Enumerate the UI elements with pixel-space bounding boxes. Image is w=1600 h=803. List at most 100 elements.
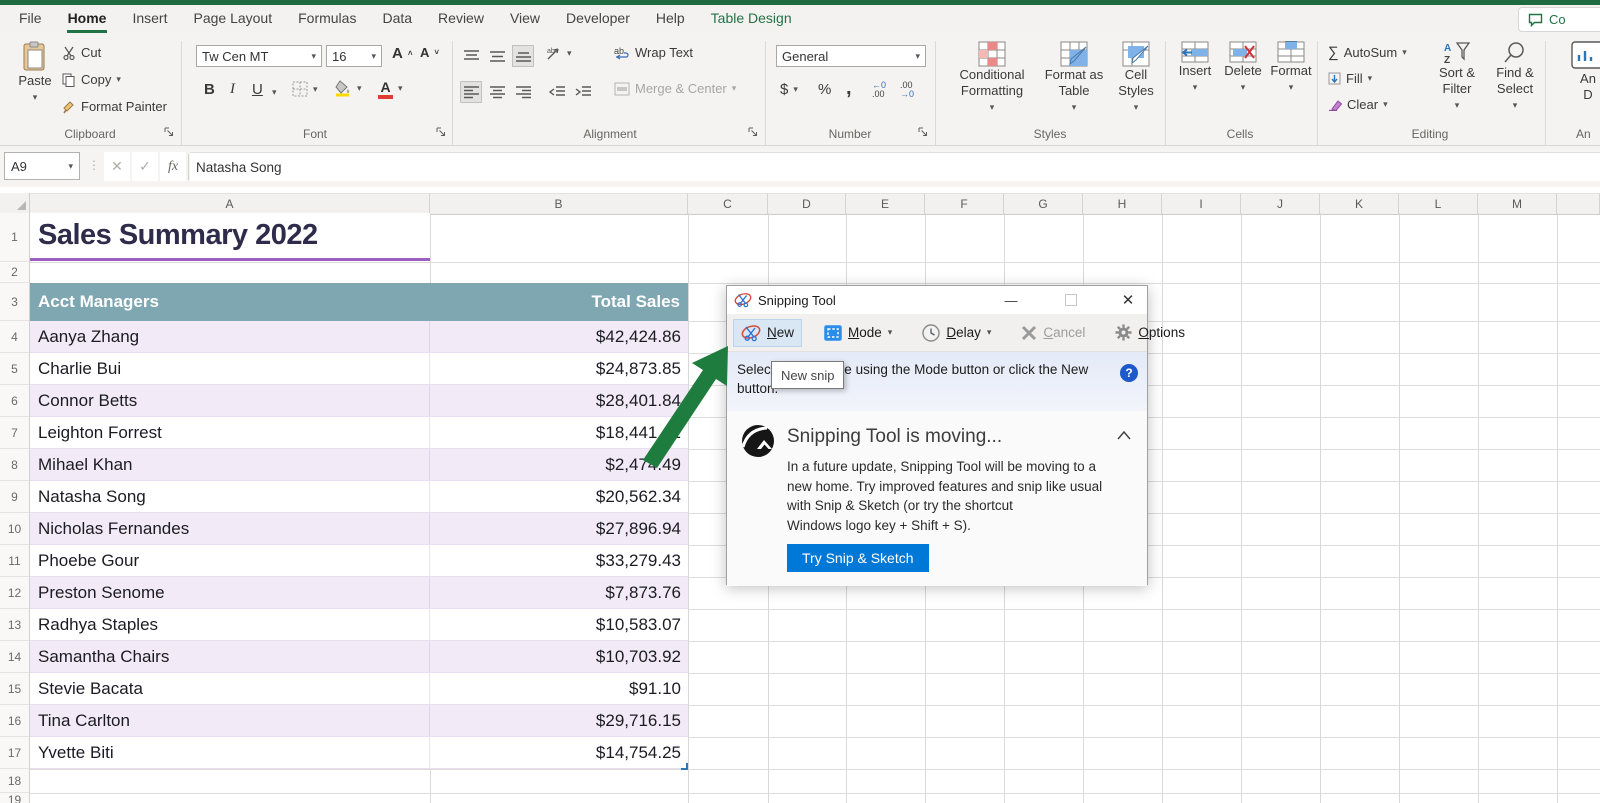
table-row[interactable]: Tina Carlton$29,716.15 [30,705,688,737]
format-cells-button[interactable]: Format ▾ [1268,41,1314,95]
merge-center-button[interactable]: Merge & Center ▾ [614,81,736,96]
column-header-M[interactable]: M [1478,194,1557,214]
cell-acct-manager[interactable]: Aanya Zhang [30,321,430,352]
column-header-D[interactable]: D [768,194,846,214]
wrap-text-button[interactable]: ab Wrap Text [614,45,693,60]
align-middle-button[interactable] [486,45,508,67]
fill-color-button[interactable]: ▾ [334,79,362,97]
align-top-button[interactable] [460,45,482,67]
cell-acct-manager[interactable]: Tina Carlton [30,705,430,736]
number-format-combo[interactable]: General▾ [776,45,926,67]
increase-font-button[interactable]: A˄ [392,45,413,62]
cell-total-sales[interactable]: $29,716.15 [430,705,688,736]
clear-button[interactable]: Clear▾ [1328,97,1388,112]
cell-acct-manager[interactable]: Preston Senome [30,577,430,608]
tab-table-design[interactable]: Table Design [698,5,805,33]
table-header-row[interactable]: Acct Managers Total Sales [30,283,688,321]
snip-mode-button[interactable]: Mode▾ [816,320,900,346]
fill-button[interactable]: Fill▾ [1328,71,1372,86]
cell-acct-manager[interactable]: Phoebe Gour [30,545,430,576]
tab-file[interactable]: File [6,5,55,33]
table-row[interactable]: Samantha Chairs$10,703.92 [30,641,688,673]
table-resize-corner[interactable] [681,763,688,770]
comma-style-button[interactable]: , [846,77,852,100]
font-size-combo[interactable]: 16▾ [326,45,382,67]
column-header-H[interactable]: H [1083,194,1162,214]
column-header-B[interactable]: B [430,194,688,214]
cell-total-sales[interactable]: $27,896.94 [430,513,688,544]
cell-acct-manager[interactable]: Nicholas Fernandes [30,513,430,544]
table-row[interactable]: Phoebe Gour$33,279.43 [30,545,688,577]
table-row[interactable]: Charlie Bui$24,873.85 [30,353,688,385]
chevron-down-icon[interactable]: ▾ [987,327,992,338]
font-dialog-launcher-icon[interactable] [436,127,448,139]
column-header-A[interactable]: A [30,194,430,214]
format-as-table-button[interactable]: Format as Table ▾ [1042,41,1106,115]
cut-button[interactable]: Cut [62,45,101,60]
formula-input[interactable]: Natasha Song [190,152,1600,181]
table-row[interactable]: Connor Betts$28,401.84 [30,385,688,417]
cell-acct-manager[interactable]: Leighton Forrest [30,417,430,448]
column-header-G[interactable]: G [1004,194,1083,214]
cell-total-sales[interactable]: $10,583.07 [430,609,688,640]
decrease-indent-button[interactable] [546,81,568,103]
minimize-button[interactable]: — [995,286,1027,314]
cell-acct-manager[interactable]: Natasha Song [30,481,430,512]
font-name-combo[interactable]: Tw Cen MT▾ [196,45,322,67]
paste-button[interactable]: Paste ▾ [10,41,60,121]
cell-total-sales[interactable]: $10,703.92 [430,641,688,672]
table-row[interactable]: Nicholas Fernandes$27,896.94 [30,513,688,545]
maximize-button[interactable] [1055,286,1087,314]
table-row[interactable]: Natasha Song$20,562.34 [30,481,688,513]
column-header-L[interactable]: L [1399,194,1478,214]
name-box[interactable]: A9▾ [4,152,80,180]
borders-button[interactable]: ▾ [292,81,318,97]
cell-total-sales[interactable]: $91.10 [430,673,688,704]
insert-cells-button[interactable]: Insert ▾ [1172,41,1218,95]
tab-developer[interactable]: Developer [553,5,643,33]
cell-acct-manager[interactable]: Mihael Khan [30,449,430,480]
cell-total-sales[interactable]: $14,754.25 [430,737,688,768]
snip-options-button[interactable]: Options [1107,319,1193,346]
delete-cells-button[interactable]: Delete ▾ [1220,41,1266,95]
decrease-decimal-button[interactable]: .00→0 [900,81,914,99]
table-row[interactable]: Leighton Forrest$18,441.41 [30,417,688,449]
comments-button[interactable]: Co [1518,7,1600,32]
tab-page-layout[interactable]: Page Layout [180,5,285,33]
increase-decimal-button[interactable]: ←0.00 [872,81,886,99]
tab-home[interactable]: Home [55,5,120,33]
align-center-button[interactable] [486,81,508,103]
tab-view[interactable]: View [497,5,553,33]
cell-acct-manager[interactable]: Radhya Staples [30,609,430,640]
align-bottom-button[interactable] [512,45,534,67]
find-select-button[interactable]: Find & Select ▾ [1488,41,1542,113]
sort-filter-button[interactable]: AZ Sort & Filter ▾ [1428,41,1486,113]
column-header-C[interactable]: C [688,194,768,214]
tab-data[interactable]: Data [369,5,425,33]
column-header-partial[interactable] [1557,194,1600,214]
align-right-button[interactable] [512,81,534,103]
table-row[interactable]: Mihael Khan$2,474.49 [30,449,688,481]
tab-review[interactable]: Review [425,5,497,33]
analyze-data-button-partial[interactable]: An D [1558,41,1600,103]
snipping-tool-window[interactable]: Snipping Tool — ✕ NewMode▾Delay▾CancelOp… [726,285,1148,585]
enter-entry-icon[interactable]: ✓ [132,152,158,181]
column-header-E[interactable]: E [846,194,925,214]
close-button[interactable]: ✕ [1111,286,1145,314]
italic-button[interactable]: I [230,81,235,98]
autosum-button[interactable]: ∑ AutoSum▾ [1328,44,1407,61]
table-row[interactable]: Radhya Staples$10,583.07 [30,609,688,641]
cell-total-sales[interactable]: $33,279.43 [430,545,688,576]
chevron-down-icon[interactable]: ▾ [888,327,893,338]
underline-button[interactable]: U [252,81,263,98]
table-row[interactable]: Preston Senome$7,873.76 [30,577,688,609]
conditional-formatting-button[interactable]: Conditional Formatting ▾ [946,41,1038,115]
format-painter-button[interactable]: Format Painter [62,99,167,114]
name-box-dropdown-icon[interactable]: ▾ [68,161,73,172]
table-row[interactable]: Aanya Zhang$42,424.86 [30,321,688,353]
column-header-I[interactable]: I [1162,194,1241,214]
underline-dropdown[interactable]: ▾ [272,87,277,98]
number-dialog-launcher-icon[interactable] [918,127,930,139]
tab-formulas[interactable]: Formulas [285,5,369,33]
increase-indent-button[interactable] [572,81,594,103]
